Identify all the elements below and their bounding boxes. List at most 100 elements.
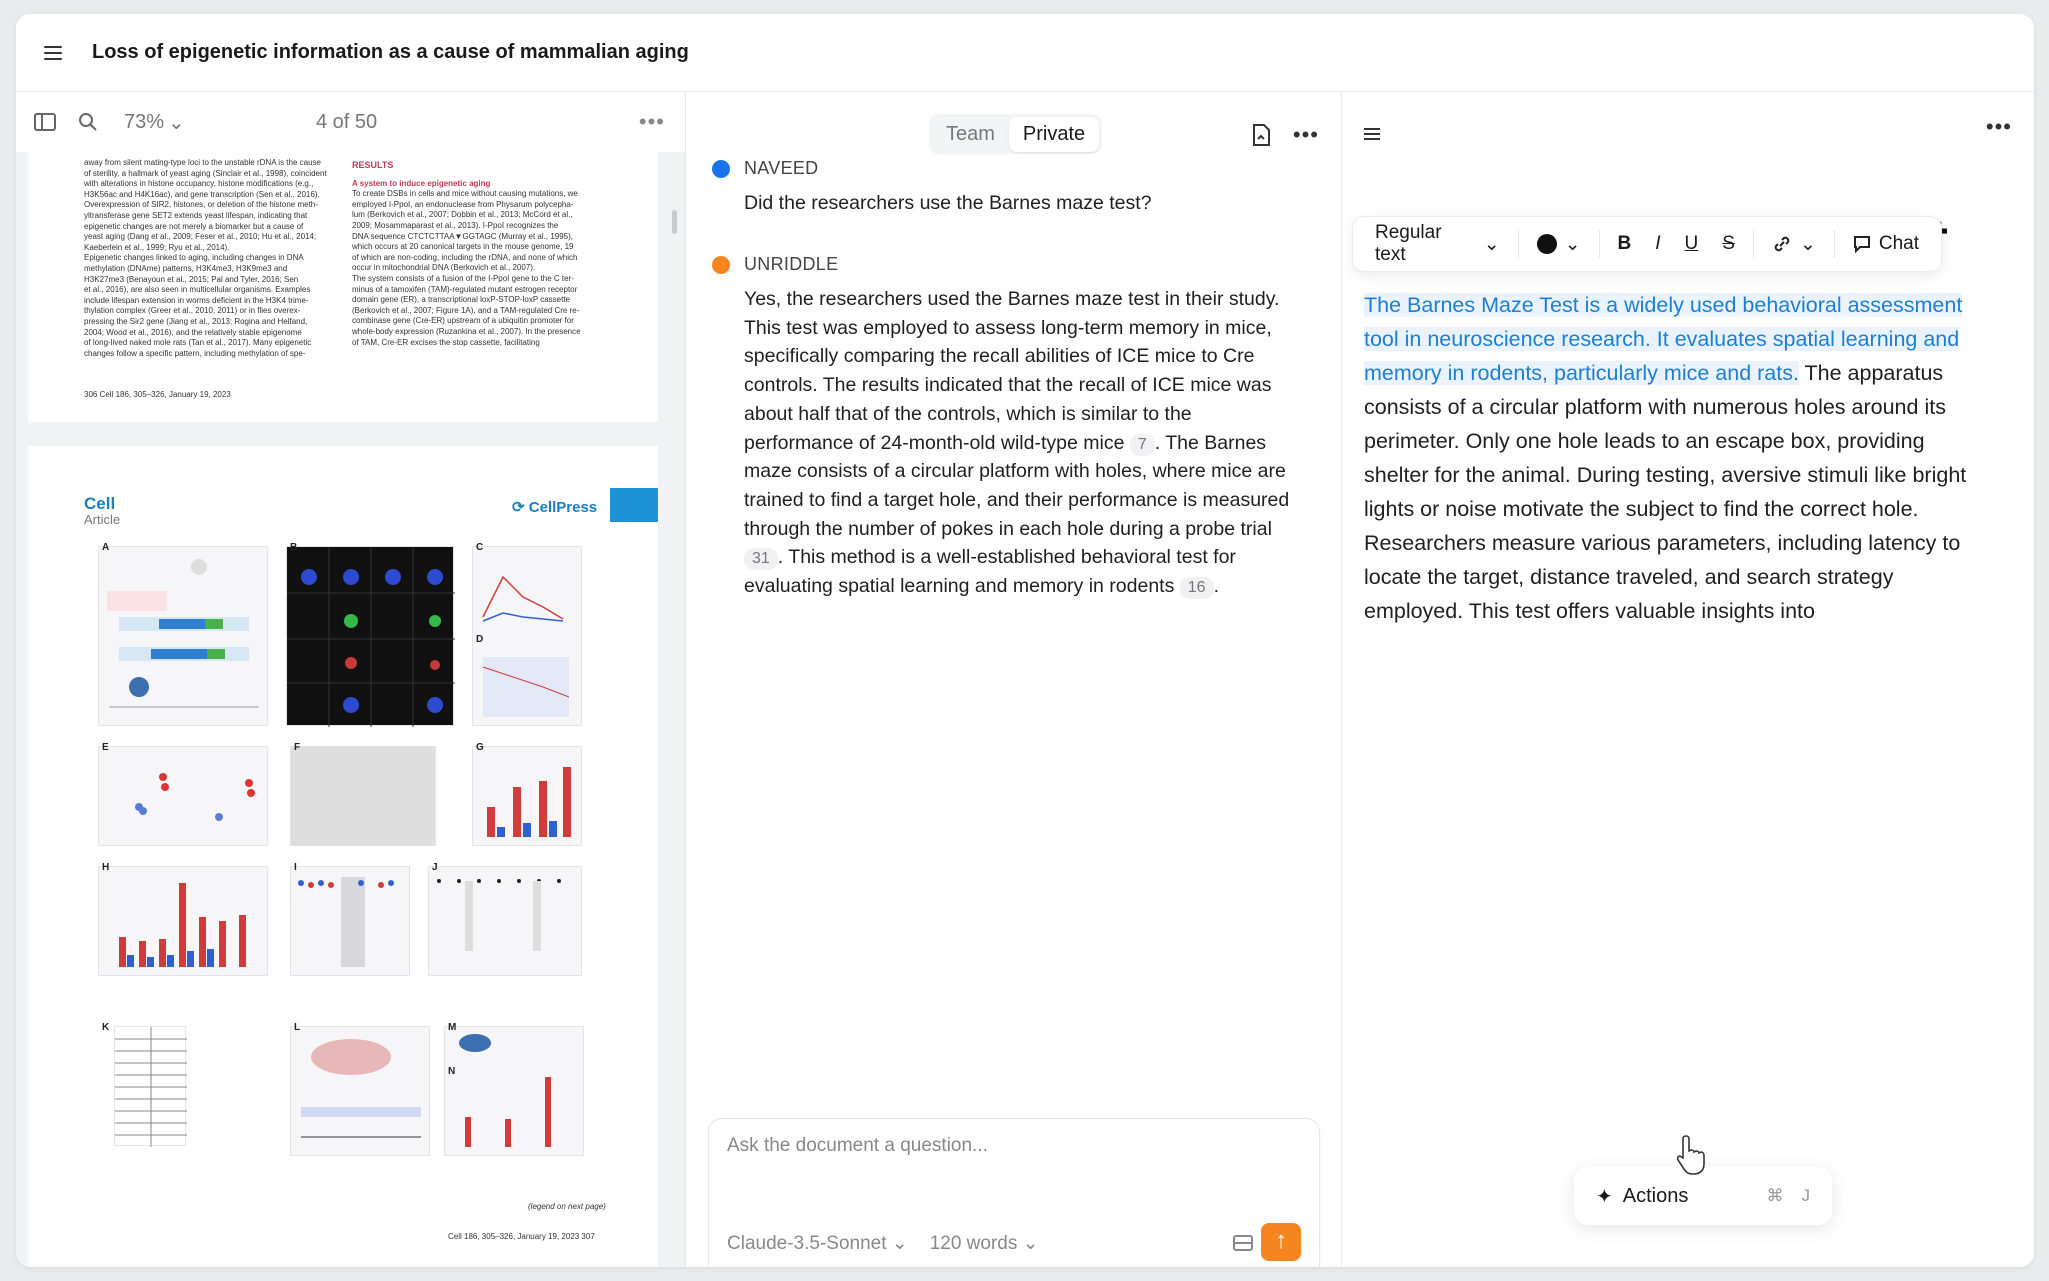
- figure-panel-label: A: [102, 542, 110, 553]
- outline-menu-icon[interactable]: [1364, 128, 1380, 140]
- figure-panel-label: H: [102, 862, 110, 873]
- figure-panel-label: F: [294, 742, 301, 753]
- chat-message-user: NAVEED Did the researchers use the Barne…: [712, 158, 1302, 218]
- hamburger-menu-icon[interactable]: [44, 45, 62, 60]
- pdf-text-line: Kaeberlein et al., 1999; Ryu et al., 201…: [84, 242, 230, 252]
- message-text: Did the researchers use the Barnes maze …: [744, 192, 1152, 214]
- text-color-picker[interactable]: ⌄: [1525, 233, 1593, 256]
- link-button[interactable]: ⌄: [1760, 233, 1828, 256]
- user-avatar-dot: [712, 159, 730, 178]
- figure-legend-note: (legend on next page): [528, 1202, 606, 1211]
- pdf-text-line: minus of a tamoxifen (TAM)-regulated mut…: [352, 284, 578, 294]
- more-options-icon[interactable]: •••: [1293, 122, 1319, 148]
- pdf-text-line: of sterility, a hallmark of yeast aging …: [84, 168, 327, 178]
- figure-panel-h: [98, 866, 268, 976]
- bold-button[interactable]: B: [1606, 233, 1644, 255]
- pdf-text-line: whole-body expression (Ruzankina et al.,…: [352, 326, 581, 336]
- pdf-text-line: yeast aging (Dang et al., 2009; Feser et…: [84, 232, 317, 242]
- page-indicator: 4 of 50: [316, 110, 378, 133]
- top-bar: Loss of epigenetic information as a caus…: [16, 14, 2034, 92]
- citation-badge[interactable]: 7: [1129, 433, 1155, 456]
- chat-button[interactable]: Chat: [1841, 233, 1931, 255]
- text-style-dropdown[interactable]: Regular text ⌄: [1363, 222, 1512, 266]
- visibility-toggle: Team Private: [929, 114, 1103, 154]
- pdf-text-line: domain gene (ER), a transcriptional loxP…: [352, 295, 571, 305]
- chat-actions: •••: [1251, 122, 1319, 148]
- pdf-text-line: include lifespan extension in worms defi…: [84, 295, 309, 305]
- stack-icon[interactable]: [1233, 1235, 1253, 1251]
- pdf-text-line: of long-lived naked mole rats (Tan et al…: [84, 338, 312, 348]
- pdf-toolbar: 73% ⌄ 4 of 50 •••: [16, 92, 685, 152]
- figure-panel-label: I: [294, 862, 297, 873]
- figure-panel-label: L: [294, 1022, 301, 1033]
- page-right-column: RESULTS A system to induce epigenetic ag…: [352, 160, 607, 348]
- pdf-text-line: Epigenetic changes linked to aging, incl…: [84, 253, 304, 263]
- link-icon: [1774, 236, 1790, 252]
- pdf-text-line: To create DSBs in cells and mice without…: [352, 189, 578, 199]
- figure-panel-label: K: [102, 1022, 110, 1033]
- zoom-dropdown[interactable]: 73% ⌄: [124, 110, 185, 135]
- pdf-text-line: H3K27me3 (Benayoun et al., 2015; Pal and…: [84, 274, 299, 284]
- pdf-text-line: lum (Berkovich et al., 2007; Dobbin et a…: [352, 210, 573, 220]
- sidebar-toggle-icon[interactable]: [34, 113, 56, 131]
- underline-button[interactable]: U: [1673, 233, 1711, 255]
- results-heading: RESULTS: [352, 160, 394, 170]
- figure-panel-e: [98, 746, 268, 846]
- note-body[interactable]: The Barnes Maze Test is a widely used be…: [1364, 288, 1976, 628]
- pdf-text-line: of TAM, Cre-ER excises the stop cassette…: [352, 337, 540, 347]
- keyboard-shortcut: ⌘ J: [1766, 1186, 1811, 1205]
- page-left-column: away from silent mating-type loci to the…: [84, 158, 334, 359]
- pdf-text-line: which occurs at 20 canonical targets in …: [352, 242, 574, 252]
- more-options-icon[interactable]: •••: [1986, 114, 2012, 140]
- figure-panel-label: E: [102, 742, 109, 753]
- pdf-text-line: Overexpression of SIR2, histones, or del…: [84, 200, 318, 210]
- model-selector[interactable]: Claude-3.5-Sonnet ⌄: [727, 1232, 908, 1255]
- figure-panel-j: [428, 866, 582, 976]
- pdf-text-line: methylation (DNAme) patterns, H3K4me3, H…: [84, 263, 288, 273]
- search-icon[interactable]: [78, 112, 98, 132]
- pdf-text-line: combinase gene (Cre-ER) upstream of a ub…: [352, 316, 574, 326]
- figure-panel-b: [286, 546, 455, 727]
- pdf-text-line: 2009; Mosammaparast et al., 2013). I-Ppo…: [352, 220, 559, 230]
- pdf-text-line: thylation complex (Greer et al., 2010, 2…: [84, 306, 301, 316]
- sparkle-icon: ✦: [1596, 1185, 1613, 1208]
- question-composer[interactable]: Ask the document a question... Claude-3.…: [708, 1118, 1320, 1267]
- more-options-icon[interactable]: •••: [639, 109, 665, 135]
- pdf-text-line: changes follow a specific pattern, inclu…: [84, 348, 306, 358]
- question-input[interactable]: Ask the document a question...: [727, 1135, 988, 1157]
- strikethrough-button[interactable]: S: [1710, 233, 1747, 255]
- citation-badge[interactable]: 16: [1179, 577, 1214, 600]
- pdf-text-line: employed I-PpoI, an endonuclease from Ph…: [352, 199, 574, 209]
- cell-journal-logo: Cell Article: [84, 494, 121, 527]
- tab-private[interactable]: Private: [1008, 116, 1100, 152]
- pdf-page-306: away from silent mating-type loci to the…: [28, 152, 658, 422]
- pdf-text-line: H3K56ac and H4K16ac), and gene transcrip…: [84, 189, 320, 199]
- italic-button[interactable]: I: [1643, 233, 1672, 255]
- subsection-heading: A system to induce epigenetic aging: [352, 178, 491, 188]
- tab-team[interactable]: Team: [932, 117, 1009, 152]
- figure-panel-label: D: [476, 634, 484, 645]
- message-author: NAVEED: [744, 158, 819, 178]
- figure-panel-label: B: [290, 542, 298, 553]
- pdf-viewer: 73% ⌄ 4 of 50 ••• away from silent matin…: [16, 92, 686, 1267]
- export-document-icon[interactable]: [1251, 124, 1271, 146]
- page-footer: 306 Cell 186, 305–326, January 19, 2023: [84, 390, 231, 399]
- citation-badge[interactable]: 31: [744, 548, 778, 571]
- pdf-text-line: 2004; Wood et al., 2016), and the relati…: [84, 327, 302, 337]
- message-author: UNRIDDLE: [744, 254, 839, 274]
- send-button[interactable]: ↑: [1261, 1223, 1301, 1261]
- chevron-down-icon: ⌄: [168, 111, 185, 134]
- figure-panel-g: [472, 746, 582, 846]
- pdf-text-line: DNA sequence CTCTCTTAA▼GGTAGC (Murray et…: [352, 231, 574, 241]
- pdf-page-307: Cell Article ⟳ CellPress (legend on next…: [28, 446, 658, 1267]
- document-title: Loss of epigenetic information as a caus…: [92, 41, 689, 63]
- formatting-toolbar: Regular text ⌄ ⌄ B I U S ⌄ Chat: [1352, 216, 1942, 272]
- pdf-scrollbar[interactable]: [672, 210, 677, 234]
- figure-panel-i: [290, 866, 410, 976]
- pdf-text-line: The system consists of a fusion of the I…: [352, 273, 574, 283]
- figure-panel-a: [98, 546, 268, 726]
- figure-panel-k: [114, 1026, 187, 1147]
- figure-panel-f: [290, 746, 436, 846]
- length-selector[interactable]: 120 words ⌄: [930, 1232, 1039, 1255]
- figure-panel-label: G: [476, 742, 484, 753]
